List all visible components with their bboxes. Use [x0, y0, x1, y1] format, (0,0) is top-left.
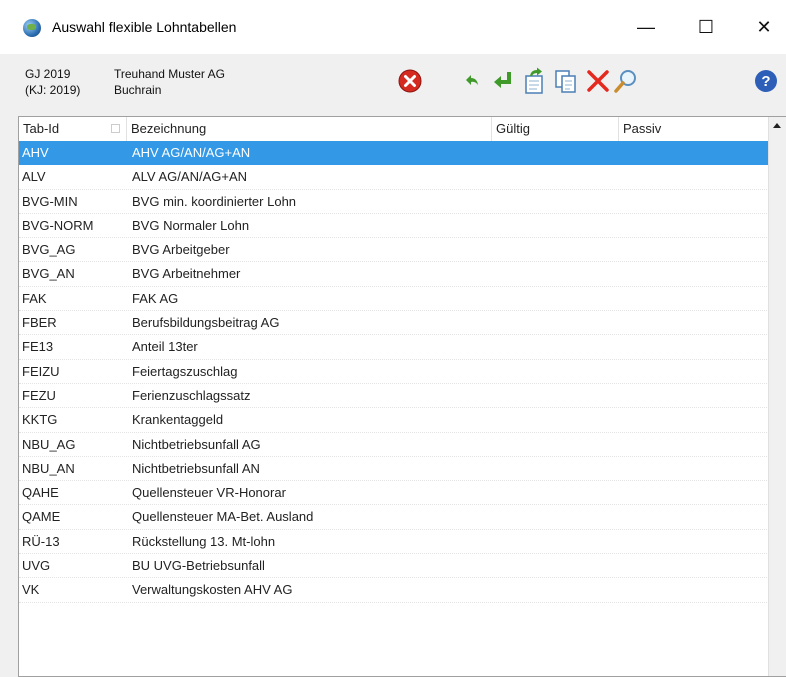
copy-icon — [555, 70, 576, 93]
bezeichnung-cell: Berufsbildungsbeitrag AG — [132, 315, 280, 331]
table-row[interactable]: ALV ALV AG/AN/AG+AN — [19, 165, 769, 190]
grid-header: Tab-Id Bezeichnung Gültig Passiv — [19, 117, 769, 142]
search-button[interactable] — [612, 67, 640, 95]
company-name: Treuhand Muster AG — [114, 67, 225, 81]
bezeichnung-cell: Verwaltungskosten AHV AG — [132, 582, 293, 598]
table-row[interactable]: KKTG Krankentaggeld — [19, 408, 769, 433]
title-bar: Auswahl flexible Lohntabellen — ☐ ✕ — [0, 0, 786, 54]
bezeichnung-cell: AHV AG/AN/AG+AN — [132, 145, 251, 160]
tab-id-cell: NBU_AG — [22, 436, 76, 452]
table-row[interactable]: FAK FAK AG — [19, 287, 769, 312]
calendar-year-label: (KJ: 2019) — [25, 83, 81, 97]
scroll-up-arrow-icon[interactable] — [773, 123, 781, 128]
tab-id-cell: ALV — [22, 169, 46, 185]
enter-button[interactable] — [489, 67, 517, 95]
table-row[interactable]: FBER Berufsbildungsbeitrag AG — [19, 311, 769, 336]
table-row[interactable]: QAME Quellensteuer MA-Bet. Ausland — [19, 505, 769, 530]
enter-icon — [494, 72, 511, 88]
sort-indicator-icon — [111, 124, 120, 133]
table-row[interactable]: BVG-MIN BVG min. koordinierter Lohn — [19, 190, 769, 214]
cancel-icon — [398, 69, 422, 93]
close-button[interactable]: ✕ — [741, 10, 786, 44]
table-row[interactable]: BVG_AN BVG Arbeitnehmer — [19, 262, 769, 287]
bezeichnung-cell: BU UVG-Betriebsunfall — [132, 558, 265, 574]
tab-id-cell: BVG_AG — [22, 242, 76, 258]
bezeichnung-cell: BVG Normaler Lohn — [132, 217, 250, 233]
bezeichnung-cell: Rückstellung 13. Mt-lohn — [132, 533, 276, 549]
grid-rows: AHV AHV AG/AN/AG+AN ALV ALV AG/AN/AG+AN BVG-… — [19, 141, 769, 603]
table-row[interactable]: FEIZU Feiertagszuschlag — [19, 360, 769, 384]
tab-id-cell: FBER — [22, 315, 57, 331]
bezeichnung-cell: Nichtbetriebsunfall AG — [132, 436, 261, 452]
tab-id-cell: QAME — [22, 509, 61, 525]
table-row[interactable]: FEZU Ferienzuschlagssatz — [19, 384, 769, 409]
table-row[interactable]: FE13 Anteil 13ter — [19, 335, 769, 360]
minimize-button[interactable]: — — [623, 10, 669, 44]
bezeichnung-cell: Nichtbetriebsunfall AN — [132, 460, 260, 476]
app-globe-icon — [23, 19, 41, 37]
tab-id-cell: AHV — [22, 145, 49, 160]
help-icon: ? — [755, 70, 777, 92]
help-button[interactable]: ? — [752, 67, 780, 95]
bezeichnung-cell: Feiertagszuschlag — [132, 363, 238, 379]
copy-button[interactable] — [552, 67, 580, 95]
search-icon — [614, 70, 636, 93]
column-header-label: Gültig — [496, 121, 530, 136]
export-button[interactable] — [520, 67, 548, 95]
tab-id-cell: KKTG — [22, 412, 58, 428]
tab-id-cell: FAK — [22, 290, 47, 306]
column-header-label: Tab-Id — [23, 121, 60, 136]
tab-id-cell: FE13 — [22, 339, 54, 355]
tab-id-cell: UVG — [22, 558, 51, 574]
undo-button[interactable] — [458, 67, 486, 95]
tab-id-cell: FEIZU — [22, 363, 60, 379]
bezeichnung-cell: BVG Arbeitgeber — [132, 242, 230, 258]
table-row[interactable]: VK Verwaltungskosten AHV AG — [19, 578, 769, 603]
table-row[interactable]: RÜ-13 Rückstellung 13. Mt-lohn — [19, 530, 769, 555]
bezeichnung-cell: FAK AG — [132, 290, 179, 306]
maximize-button[interactable]: ☐ — [683, 10, 729, 44]
undo-icon — [466, 75, 478, 85]
bezeichnung-cell: Anteil 13ter — [132, 339, 198, 355]
cancel-button[interactable] — [396, 67, 424, 95]
bezeichnung-cell: ALV AG/AN/AG+AN — [132, 169, 248, 185]
svg-text:?: ? — [761, 73, 770, 90]
table-row[interactable]: AHV AHV AG/AN/AG+AN — [19, 141, 769, 166]
bezeichnung-cell: Quellensteuer VR-Honorar — [132, 485, 286, 501]
tab-id-cell: FEZU — [22, 387, 56, 403]
bezeichnung-cell: Ferienzuschlagssatz — [132, 387, 251, 403]
table-row[interactable]: UVG BU UVG-Betriebsunfall — [19, 554, 769, 579]
table-row[interactable]: QAHE Quellensteuer VR-Honorar — [19, 481, 769, 506]
window-title: Auswahl flexible Lohntabellen — [52, 19, 237, 35]
lohntabellen-grid[interactable]: Tab-Id Bezeichnung Gültig Passiv AHV AHV … — [18, 116, 786, 677]
vertical-scrollbar[interactable] — [768, 117, 786, 676]
fiscal-year-label: GJ 2019 — [25, 67, 71, 81]
tab-id-cell: VK — [22, 582, 40, 598]
tab-id-cell: BVG_AN — [22, 266, 75, 282]
column-header-bezeichnung[interactable]: Bezeichnung — [127, 117, 492, 141]
column-header-passiv[interactable]: Passiv — [619, 117, 769, 141]
table-row[interactable]: NBU_AN Nichtbetriebsunfall AN — [19, 457, 769, 482]
tab-id-cell: NBU_AN — [22, 460, 75, 476]
bezeichnung-cell: Quellensteuer MA-Bet. Ausland — [132, 509, 314, 525]
column-header-label: Passiv — [623, 121, 662, 136]
tab-id-cell: RÜ-13 — [22, 533, 60, 549]
bezeichnung-cell: BVG min. koordinierter Lohn — [132, 193, 297, 209]
column-header-gueltig[interactable]: Gültig — [492, 117, 619, 141]
column-header-tab-id[interactable]: Tab-Id — [19, 117, 127, 141]
column-header-label: Bezeichnung — [131, 121, 207, 136]
bezeichnung-cell: BVG Arbeitnehmer — [132, 266, 241, 282]
bezeichnung-cell: Krankentaggeld — [132, 412, 224, 428]
tab-id-cell: QAHE — [22, 485, 59, 501]
table-row[interactable]: NBU_AG Nichtbetriebsunfall AG — [19, 433, 769, 457]
table-row[interactable]: BVG_AG BVG Arbeitgeber — [19, 238, 769, 263]
tab-id-cell: BVG-MIN — [22, 193, 78, 209]
company-location: Buchrain — [114, 83, 162, 97]
delete-icon — [587, 70, 609, 92]
export-icon — [525, 67, 543, 94]
table-row[interactable]: BVG-NORM BVG Normaler Lohn — [19, 214, 769, 239]
delete-button[interactable] — [584, 67, 612, 95]
tab-id-cell: BVG-NORM — [22, 217, 94, 233]
